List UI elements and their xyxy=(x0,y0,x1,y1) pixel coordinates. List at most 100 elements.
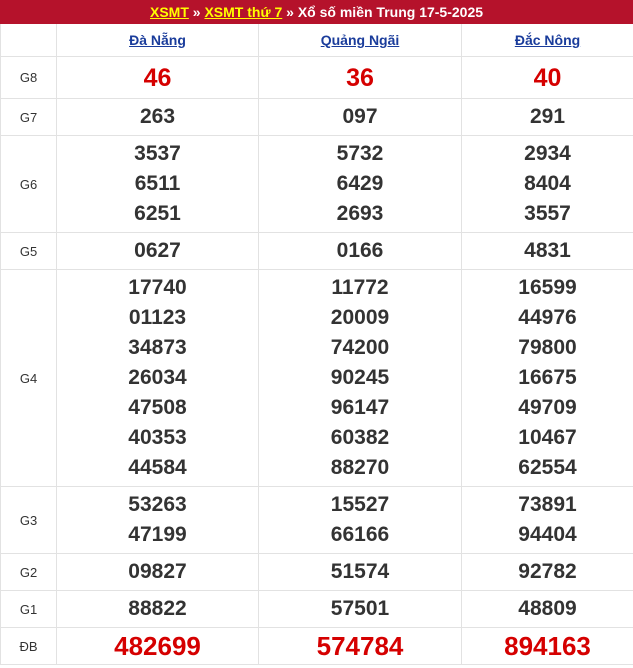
prize-label: G2 xyxy=(0,553,57,591)
prize-number: 51574 xyxy=(330,560,390,583)
prize-cell-da-nang: 482699 xyxy=(56,627,259,665)
xsmt-saturday-link[interactable]: XSMT thứ 7 xyxy=(204,4,282,20)
prize-number: 88270 xyxy=(330,456,390,479)
prize-number: 09827 xyxy=(128,560,187,583)
prize-number: 16599 xyxy=(518,276,577,299)
prize-row-g1: G1 88822 57501 48809 xyxy=(0,590,633,628)
prize-cell-da-nang: 09827 xyxy=(56,553,259,591)
prize-row-g6: G6 3537 6511 6251 5732 6429 2693 2934 8404 3557 xyxy=(0,135,633,233)
prize-number: 0166 xyxy=(336,239,384,262)
prize-number: 94404 xyxy=(518,523,577,546)
prize-label-header xyxy=(0,24,57,57)
prize-number: 34873 xyxy=(128,336,187,359)
prize-number: 44976 xyxy=(518,306,577,329)
prize-cell-quang-ngai: 0166 xyxy=(258,232,462,270)
prize-cell-dac-nong: 92782 xyxy=(461,553,633,591)
prize-cell-da-nang: 263 xyxy=(56,98,259,136)
prize-row-g4: G4 17740 01123 34873 26034 47508 40353 44584 117… xyxy=(0,269,633,487)
breadcrumb-header: XSMT » XSMT thứ 7 » Xổ số miền Trung 17-… xyxy=(0,0,633,24)
prize-label: G6 xyxy=(0,135,57,233)
prize-number: 20009 xyxy=(330,306,390,329)
prize-number: 6511 xyxy=(134,172,181,195)
prize-cell-dac-nong: 16599 44976 79800 16675 49709 10467 62554 xyxy=(461,269,633,487)
prize-number: 73891 xyxy=(518,493,577,516)
prize-number: 60382 xyxy=(330,426,390,449)
prize-number: 47508 xyxy=(128,396,187,419)
prize-number: 40 xyxy=(533,63,562,92)
prize-number: 17740 xyxy=(128,276,187,299)
prize-number: 46 xyxy=(143,63,172,92)
prize-number: 6429 xyxy=(336,172,384,195)
prize-cell-dac-nong: 894163 xyxy=(461,627,633,665)
prize-cell-quang-ngai: 5732 6429 2693 xyxy=(258,135,462,233)
prize-cell-quang-ngai: 11772 20009 74200 90245 96147 60382 88270 xyxy=(258,269,462,487)
prize-number: 0627 xyxy=(134,239,181,262)
prize-label: G4 xyxy=(0,269,57,487)
prize-number: 2934 xyxy=(524,142,571,165)
prize-cell-quang-ngai: 15527 66166 xyxy=(258,486,462,554)
prize-cell-dac-nong: 48809 xyxy=(461,590,633,628)
prize-cell-quang-ngai: 51574 xyxy=(258,553,462,591)
prize-number: 263 xyxy=(139,105,176,128)
prize-number: 53263 xyxy=(128,493,187,516)
prize-number: 8404 xyxy=(524,172,571,195)
prize-cell-da-nang: 0627 xyxy=(56,232,259,270)
province-header-row: Đà Nẵng Quảng Ngãi Đắc Nông xyxy=(0,24,633,57)
prize-cell-da-nang: 17740 01123 34873 26034 47508 40353 44584 xyxy=(56,269,259,487)
prize-cell-da-nang: 3537 6511 6251 xyxy=(56,135,259,233)
prize-number: 48809 xyxy=(518,597,577,620)
prize-number: 90245 xyxy=(330,366,390,389)
prize-label: G3 xyxy=(0,486,57,554)
prize-row-db: ĐB 482699 574784 894163 xyxy=(0,627,633,665)
prize-number: 482699 xyxy=(114,631,201,661)
prize-number: 01123 xyxy=(128,306,187,329)
prize-cell-dac-nong: 291 xyxy=(461,98,633,136)
prize-cell-dac-nong: 40 xyxy=(461,56,633,99)
prize-number: 3557 xyxy=(524,202,571,225)
prize-cell-dac-nong: 73891 94404 xyxy=(461,486,633,554)
prize-cell-da-nang: 53263 47199 xyxy=(56,486,259,554)
prize-label: G1 xyxy=(0,590,57,628)
prize-number: 66166 xyxy=(330,523,390,546)
breadcrumb-separator: » xyxy=(282,4,298,20)
prize-number: 894163 xyxy=(504,631,591,661)
prize-cell-dac-nong: 4831 xyxy=(461,232,633,270)
prize-number: 16675 xyxy=(518,366,577,389)
prize-cell-quang-ngai: 57501 xyxy=(258,590,462,628)
prize-number: 097 xyxy=(342,105,378,128)
prize-number: 291 xyxy=(529,105,566,128)
prize-number: 36 xyxy=(346,63,374,92)
prize-number: 74200 xyxy=(330,336,390,359)
prize-number: 47199 xyxy=(128,523,187,546)
prize-number: 92782 xyxy=(518,560,577,583)
prize-number: 79800 xyxy=(518,336,577,359)
prize-number: 15527 xyxy=(330,493,390,516)
prize-row-g3: G3 53263 47199 15527 66166 73891 94404 xyxy=(0,486,633,554)
xsmt-link[interactable]: XSMT xyxy=(150,4,189,20)
prize-number: 5732 xyxy=(336,142,384,165)
prize-cell-da-nang: 46 xyxy=(56,56,259,99)
prize-row-g7: G7 263 097 291 xyxy=(0,98,633,136)
prize-number: 40353 xyxy=(128,426,187,449)
prize-cell-quang-ngai: 574784 xyxy=(258,627,462,665)
prize-number: 6251 xyxy=(134,202,181,225)
prize-number: 62554 xyxy=(518,456,577,479)
prize-label: G7 xyxy=(0,98,57,136)
prize-label: G8 xyxy=(0,56,57,99)
prize-number: 4831 xyxy=(524,239,571,262)
page-title: Xổ số miền Trung 17-5-2025 xyxy=(297,4,484,20)
province-link-dac-nong[interactable]: Đắc Nông xyxy=(515,32,580,48)
prize-number: 26034 xyxy=(128,366,187,389)
prize-number: 3537 xyxy=(134,142,181,165)
prize-row-g2: G2 09827 51574 92782 xyxy=(0,553,633,591)
prize-number: 574784 xyxy=(316,631,404,661)
prize-row-g8: G8 46 36 40 xyxy=(0,56,633,99)
prize-number: 2693 xyxy=(336,202,384,225)
prize-cell-da-nang: 88822 xyxy=(56,590,259,628)
province-link-da-nang[interactable]: Đà Nẵng xyxy=(129,32,186,48)
prize-number: 49709 xyxy=(518,396,577,419)
province-link-quang-ngai[interactable]: Quảng Ngãi xyxy=(321,32,400,48)
prize-number: 44584 xyxy=(128,456,187,479)
prize-label: G5 xyxy=(0,232,57,270)
prize-cell-quang-ngai: 097 xyxy=(258,98,462,136)
